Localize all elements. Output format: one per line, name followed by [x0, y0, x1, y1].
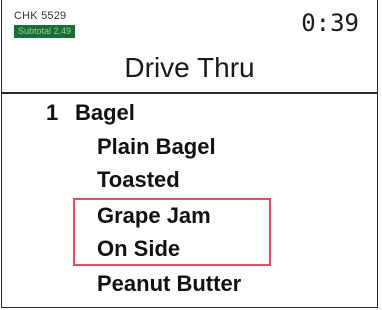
- modifier-item[interactable]: Toasted: [97, 167, 180, 193]
- subtotal-badge: Subtotal 2.49: [14, 25, 76, 38]
- page-title: Drive Thru: [124, 52, 255, 83]
- drive-thru-screen: CHK 5529 Subtotal 2.49 0:39 Drive Thru 1…: [1, 0, 378, 308]
- order-timer: 0:39: [301, 9, 359, 37]
- modifier-item[interactable]: Grape Jam: [97, 203, 211, 229]
- modifier-item[interactable]: Plain Bagel: [97, 134, 216, 160]
- modifier-item[interactable]: Peanut Butter: [97, 271, 241, 297]
- order-list: 1 Bagel Plain Bagel Toasted Grape Jam On…: [2, 94, 377, 308]
- modifier-item[interactable]: On Side: [97, 236, 180, 262]
- order-header: CHK 5529 Subtotal 2.49 0:39 Drive Thru: [2, 0, 377, 92]
- check-number: CHK 5529: [14, 10, 67, 22]
- item-name[interactable]: Bagel: [75, 100, 135, 126]
- item-quantity: 1: [46, 100, 59, 125]
